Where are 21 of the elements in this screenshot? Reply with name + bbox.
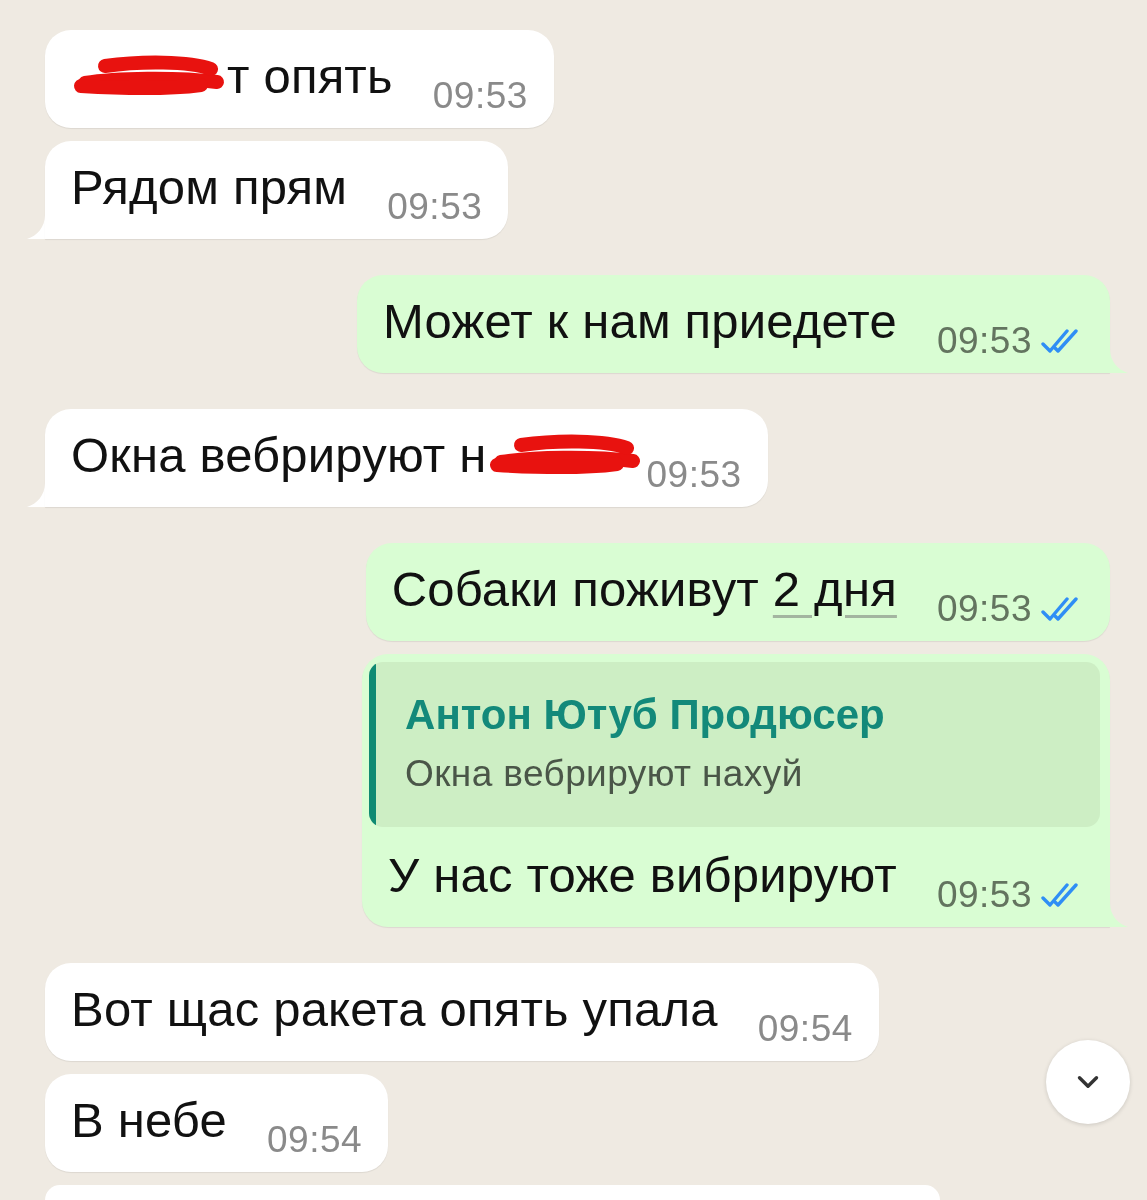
message-time: 09:54 xyxy=(267,1120,363,1160)
message-text: т опять xyxy=(227,49,393,103)
quoted-author: Антон Ютуб Продюсер xyxy=(405,692,885,738)
quoted-text: Окна вебрируют нахуй xyxy=(405,754,804,794)
message-text: Может к нам приедете xyxy=(383,294,897,348)
message-text: У нас тоже вибрируют xyxy=(388,848,897,902)
message-text: Собаки поживут 2 дня xyxy=(391,562,897,616)
quoted-message[interactable]: Антон Ютуб Продюсер Окна вебрируют нахуй xyxy=(369,662,1100,827)
message-time: 09:53 xyxy=(432,76,528,116)
message-time: 09:53 xyxy=(387,187,483,227)
message-time: 09:53 xyxy=(936,589,1032,629)
message-text: Рядом прям xyxy=(71,160,348,214)
message-time: 09:53 xyxy=(936,875,1032,915)
message-text: Окна вебрируют н xyxy=(71,428,487,482)
message-time: 09:54 xyxy=(757,1009,853,1049)
message-time: 09:53 xyxy=(936,321,1032,361)
message-text: Вот щас ракета опять упала xyxy=(71,982,718,1036)
message-time: 09:53 xyxy=(646,455,742,495)
date-link[interactable]: 2 дня xyxy=(772,562,897,616)
scroll-to-bottom-button[interactable] xyxy=(1046,1040,1130,1124)
message-text: В небе xyxy=(71,1093,228,1147)
